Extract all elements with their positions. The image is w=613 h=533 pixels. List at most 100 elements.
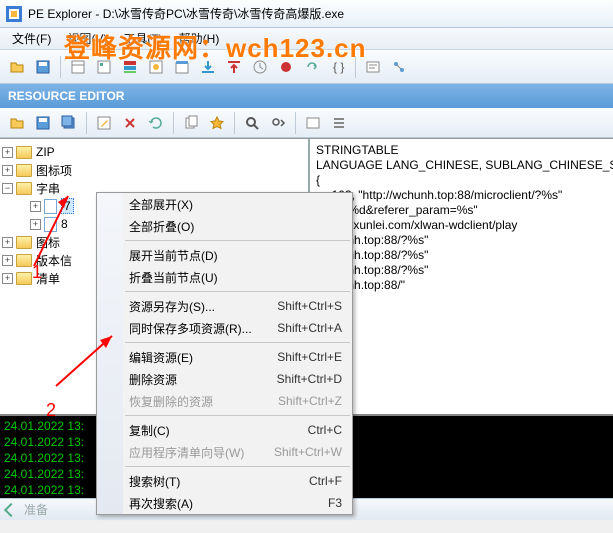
exports-button[interactable] (223, 56, 245, 78)
save-resource-button[interactable] (32, 112, 54, 134)
tree-label: 字串 (36, 180, 60, 197)
ctx-label: 全部折叠(O) (129, 218, 342, 235)
ctx-search-again[interactable]: 再次搜索(A)F3 (97, 492, 352, 514)
separator (125, 466, 350, 467)
folder-icon (16, 182, 32, 195)
separator (173, 112, 174, 134)
view-mode-button[interactable] (302, 112, 324, 134)
ctx-expand-all[interactable]: 全部展开(X) (97, 193, 352, 215)
search-next-button[interactable] (267, 112, 289, 134)
section-edit-button[interactable] (171, 56, 193, 78)
app-icon (6, 6, 22, 22)
ctx-expand-current[interactable]: 展开当前节点(D) (97, 244, 352, 266)
delete-resource-button[interactable] (119, 112, 141, 134)
menu-file[interactable]: 文件(F) (4, 28, 59, 49)
expander-icon[interactable]: + (2, 273, 13, 284)
separator (125, 342, 350, 343)
resource-toolbar (0, 108, 613, 138)
depend-button[interactable] (388, 56, 410, 78)
save-all-button[interactable] (58, 112, 80, 134)
search-button[interactable] (241, 112, 263, 134)
folder-icon (16, 146, 32, 159)
tree-node-icon-items[interactable]: + 图标项 (2, 161, 306, 179)
shortcut: F3 (328, 496, 342, 510)
ctx-search-tree[interactable]: 搜索树(T)Ctrl+F (97, 470, 352, 492)
shortcut: Shift+Ctrl+D (277, 372, 342, 386)
debug-button[interactable] (275, 56, 297, 78)
title-bar: PE Explorer - D:\冰雪传奇PC\冰雪传奇\冰雪传奇高爆版.exe (0, 0, 613, 28)
headers-button[interactable] (67, 56, 89, 78)
ctx-label: 全部展开(X) (129, 196, 342, 213)
shortcut: Ctrl+F (309, 474, 342, 488)
disasm-button[interactable] (362, 56, 384, 78)
shortcut: Ctrl+C (308, 423, 342, 437)
copy-button[interactable] (180, 112, 202, 134)
ctx-save-as[interactable]: 资源另存为(S)...Shift+Ctrl+S (97, 295, 352, 317)
open-button[interactable] (6, 56, 28, 78)
open-resource-button[interactable] (6, 112, 28, 134)
ctx-copy[interactable]: 复制(C)Ctrl+C (97, 419, 352, 441)
separator (125, 291, 350, 292)
folder-icon (16, 272, 32, 285)
ctx-collapse-current[interactable]: 折叠当前节点(U) (97, 266, 352, 288)
save-button[interactable] (32, 56, 54, 78)
shortcut: Shift+Ctrl+A (277, 321, 342, 335)
ctx-edit-resource[interactable]: 编辑资源(E)Shift+Ctrl+E (97, 346, 352, 368)
sections-button[interactable] (119, 56, 141, 78)
tree-label: ZIP (36, 145, 55, 159)
ctx-label: 恢复删除的资源 (129, 393, 278, 410)
ctx-label: 折叠当前节点(U) (129, 269, 342, 286)
resource-content[interactable]: STRINGTABLE LANGUAGE LANG_CHINESE, SUBLA… (310, 139, 613, 414)
tree-label: 图标 (36, 234, 60, 251)
shortcut: Shift+Ctrl+E (277, 350, 342, 364)
ctx-label: 资源另存为(S)... (129, 298, 277, 315)
expander-icon[interactable]: + (2, 255, 13, 266)
menu-view[interactable]: 视图(V) (59, 28, 115, 49)
data-dir-button[interactable] (93, 56, 115, 78)
menu-help[interactable]: 帮助(H) (171, 28, 228, 49)
tree-label: 8 (61, 217, 68, 231)
ctx-label: 删除资源 (129, 371, 277, 388)
syms-button[interactable]: { } (327, 56, 349, 78)
ctx-undelete-resource: 恢复删除的资源Shift+Ctrl+Z (97, 390, 352, 412)
ctx-label: 编辑资源(E) (129, 349, 277, 366)
folder-icon (16, 164, 32, 177)
status-text: 准备 (24, 501, 48, 518)
ctx-label: 搜索树(T) (129, 473, 309, 490)
ctx-delete-resource[interactable]: 删除资源Shift+Ctrl+D (97, 368, 352, 390)
separator (86, 112, 87, 134)
tree-node-zip[interactable]: + ZIP (2, 143, 306, 161)
expander-icon[interactable]: + (30, 219, 41, 230)
resources-button[interactable] (145, 56, 167, 78)
list-mode-button[interactable] (328, 112, 350, 134)
expander-icon[interactable]: + (30, 201, 41, 212)
edit-resource-button[interactable] (93, 112, 115, 134)
ctx-manifest-wizard: 应用程序清单向导(W)Shift+Ctrl+W (97, 441, 352, 463)
manifest-wizard-button[interactable] (206, 112, 228, 134)
context-menu: 全部展开(X) 全部折叠(O) 展开当前节点(D) 折叠当前节点(U) 资源另存… (96, 192, 353, 515)
delay-import-button[interactable] (249, 56, 271, 78)
tree-label: 清单 (36, 270, 60, 287)
undo-delete-button[interactable] (145, 112, 167, 134)
reloc-button[interactable] (301, 56, 323, 78)
ctx-label: 展开当前节点(D) (129, 247, 342, 264)
code-line: LANGUAGE LANG_CHINESE, SUBLANG_CHINESE_S… (316, 158, 613, 172)
menu-tools[interactable]: 工具(T) (115, 28, 170, 49)
ctx-label: 同时保存多项资源(R)... (129, 320, 277, 337)
tree-label-selected: 7 (61, 198, 74, 214)
expander-icon[interactable]: + (2, 165, 13, 176)
tree-label: 图标项 (36, 162, 72, 179)
expander-icon[interactable]: + (2, 147, 13, 158)
code-line: { (316, 173, 320, 187)
tree-label: 版本信 (36, 252, 72, 269)
separator (125, 415, 350, 416)
status-icon (4, 502, 18, 516)
ctx-collapse-all[interactable]: 全部折叠(O) (97, 215, 352, 237)
expander-icon[interactable]: + (2, 237, 13, 248)
ctx-label: 应用程序清单向导(W) (129, 444, 274, 461)
page-icon (44, 217, 57, 232)
menu-bar: 文件(F) 视图(V) 工具(T) 帮助(H) (0, 28, 613, 50)
ctx-save-multi[interactable]: 同时保存多项资源(R)...Shift+Ctrl+A (97, 317, 352, 339)
imports-button[interactable] (197, 56, 219, 78)
expander-icon[interactable]: − (2, 183, 13, 194)
